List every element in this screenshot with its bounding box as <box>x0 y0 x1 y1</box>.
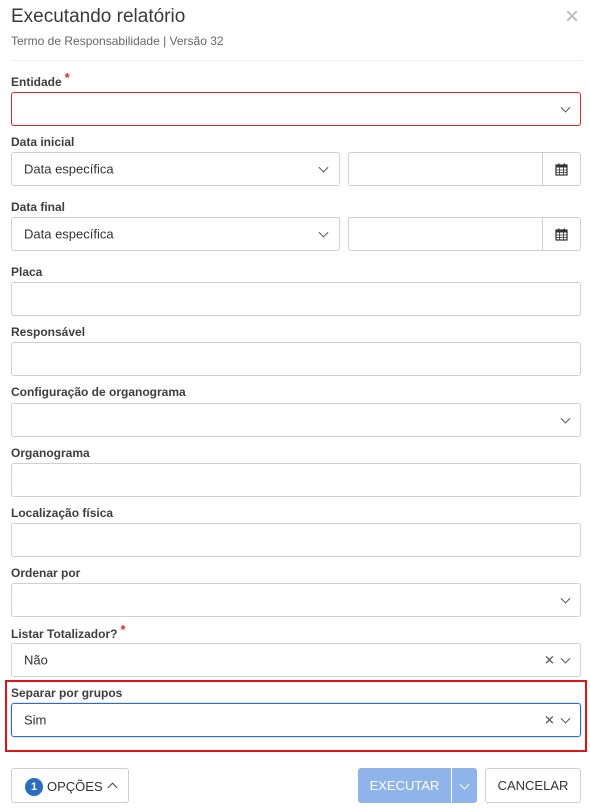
execute-button[interactable]: EXECUTAR <box>358 768 451 803</box>
header-divider <box>11 60 582 61</box>
config-organograma-label: Configuração de organograma <box>11 385 186 399</box>
organograma-input[interactable] <box>11 463 581 497</box>
entidade-label: Entidade * <box>11 70 70 89</box>
calendar-icon <box>555 163 568 176</box>
dialog-title: Executando relatório <box>11 6 186 27</box>
organograma-label: Organograma <box>11 446 90 460</box>
listar-totalizador-label: Listar Totalizador? * <box>11 622 126 641</box>
data-final-date-input[interactable] <box>348 217 581 251</box>
required-marker: * <box>64 70 70 85</box>
calendar-button[interactable] <box>542 218 580 250</box>
chevron-down-icon <box>459 779 470 790</box>
chevron-down-icon <box>560 713 571 724</box>
responsavel-label: Responsável <box>11 325 86 339</box>
calendar-button[interactable] <box>542 153 580 185</box>
chevron-down-icon <box>318 162 329 173</box>
chevron-down-icon <box>560 413 571 424</box>
dialog-subtitle: Termo de Responsabilidade | Versão 32 <box>11 34 224 48</box>
entidade-select[interactable] <box>11 92 581 126</box>
chevron-up-icon <box>107 782 118 793</box>
calendar-icon <box>555 228 568 241</box>
data-inicial-type-value: Data específica <box>24 161 114 177</box>
options-label: OPÇÕES <box>47 779 103 794</box>
data-inicial-type-select[interactable]: Data específica <box>11 152 340 186</box>
listar-totalizador-select[interactable]: Não ✕ <box>11 643 581 677</box>
options-count-badge: 1 <box>25 778 43 796</box>
localizacao-fisica-input[interactable] <box>11 523 581 557</box>
chevron-down-icon <box>560 653 571 664</box>
ordenar-por-select[interactable] <box>11 583 581 617</box>
chevron-down-icon <box>318 227 329 238</box>
options-button[interactable]: 1 OPÇÕES <box>11 768 129 803</box>
ordenar-por-label: Ordenar por <box>11 566 81 580</box>
separar-por-grupos-value: Sim <box>24 712 47 728</box>
data-inicial-date-input[interactable] <box>348 152 581 186</box>
dialog-footer: 1 OPÇÕES EXECUTAR CANCELAR <box>0 760 590 809</box>
separar-por-grupos-select[interactable]: Sim ✕ <box>11 703 581 737</box>
data-inicial-label: Data inicial <box>11 135 75 149</box>
placa-input[interactable] <box>11 282 581 316</box>
localizacao-fisica-label: Localização física <box>11 506 114 520</box>
responsavel-input[interactable] <box>11 342 581 376</box>
dialog-header: Executando relatório Termo de Responsabi… <box>0 0 590 62</box>
cancel-button[interactable]: CANCELAR <box>485 768 581 803</box>
required-marker: * <box>120 622 126 637</box>
listar-totalizador-value: Não <box>24 652 48 668</box>
chevron-down-icon <box>560 593 571 604</box>
config-organograma-select[interactable] <box>11 403 581 437</box>
clear-icon[interactable]: ✕ <box>544 714 555 727</box>
execute-dropdown-button[interactable] <box>452 768 477 803</box>
data-final-type-value: Data específica <box>24 226 114 242</box>
chevron-down-icon <box>560 102 571 113</box>
placa-label: Placa <box>11 265 43 279</box>
separar-por-grupos-label: Separar por grupos <box>11 686 123 700</box>
data-final-type-select[interactable]: Data específica <box>11 217 340 251</box>
close-icon[interactable]: × <box>561 5 583 29</box>
data-final-label: Data final <box>11 200 66 214</box>
clear-icon[interactable]: ✕ <box>544 654 555 667</box>
